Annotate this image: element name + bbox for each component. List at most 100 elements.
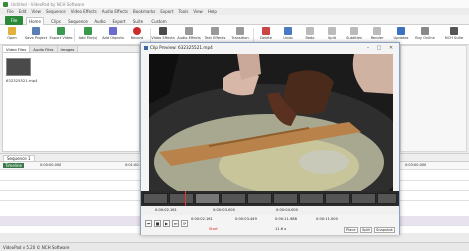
toolbar-separator xyxy=(253,28,254,42)
close-icon[interactable]: ✕ xyxy=(387,44,395,51)
start-time: 0:00:02.161 xyxy=(191,217,213,221)
status-bar: VideoPad v 5.20 © NCH Software xyxy=(0,242,469,251)
cart-icon xyxy=(421,27,429,35)
menu-video-effects[interactable]: Video Effects xyxy=(71,9,97,14)
menu-tools[interactable]: Tools xyxy=(178,9,188,14)
text-effects-icon xyxy=(211,27,219,35)
ruler-tick: 0:00:03.000 xyxy=(213,208,235,212)
render-icon xyxy=(373,27,381,35)
add-objects-icon xyxy=(109,27,117,35)
undo-icon xyxy=(284,27,292,35)
film-frame xyxy=(169,193,194,204)
clips-tabs: Video Files Audio Files Images xyxy=(3,46,139,53)
start-label[interactable]: Start xyxy=(209,227,218,231)
tab-images[interactable]: Images xyxy=(57,46,79,52)
playhead[interactable] xyxy=(185,191,186,206)
menu-file[interactable]: File xyxy=(7,9,14,14)
loop-icon[interactable]: ⟳ xyxy=(181,220,188,227)
range-readout: 11.6 x xyxy=(275,227,287,231)
menu-edit[interactable]: Edit xyxy=(19,9,27,14)
file-tab[interactable]: File xyxy=(5,16,23,25)
tab-audio[interactable]: Audio xyxy=(92,17,108,25)
add-objects-button[interactable]: Add Objects xyxy=(102,26,124,44)
save-icon xyxy=(32,27,40,35)
transition-icon xyxy=(236,27,244,35)
status-text: VideoPad v 5.20 © NCH Software xyxy=(3,244,70,250)
film-frame xyxy=(273,193,298,204)
add-files-button[interactable]: Add File(s) xyxy=(77,26,99,44)
film-frame xyxy=(195,193,220,204)
clip-thumbnail[interactable] xyxy=(6,58,31,76)
delete-icon xyxy=(262,27,270,35)
stop-icon[interactable]: ■ xyxy=(154,220,161,227)
tab-custom[interactable]: Custom xyxy=(149,17,169,25)
step-forward-icon[interactable]: ⏭ xyxy=(172,220,179,227)
film-frame xyxy=(325,193,350,204)
nch-suite-button[interactable]: NCH Suite xyxy=(443,26,465,44)
nch-suite-icon xyxy=(450,27,458,35)
open-button[interactable]: Open xyxy=(1,26,23,44)
tab-sequence-1[interactable]: Sequence 1 xyxy=(3,155,35,162)
app-logo-icon xyxy=(3,1,8,7)
mark-out-time: 0:00:11.988 xyxy=(275,217,297,221)
minimize-icon[interactable]: – xyxy=(364,44,372,51)
menu-view[interactable]: View xyxy=(31,9,41,14)
window-title: Untitled - VideoPad by NCH Software xyxy=(11,1,85,7)
buy-online-button[interactable]: Buy Online xyxy=(414,26,436,44)
tab-sequence[interactable]: Sequence xyxy=(66,17,90,25)
menu-sequence[interactable]: Sequence xyxy=(46,9,66,14)
tab-suite[interactable]: Suite xyxy=(131,17,145,25)
export-video-button[interactable]: Export Video xyxy=(50,26,73,44)
menu-view-2[interactable]: View xyxy=(193,9,203,14)
duration-time: 0:00:11.000 xyxy=(316,217,338,221)
tab-video-files[interactable]: Video Files xyxy=(3,46,31,52)
film-frame xyxy=(221,193,246,204)
updates-icon xyxy=(397,27,405,35)
subtitles-icon xyxy=(350,27,358,35)
clip-controls: ⏮ ■ ▶ ⏭ ⟳ 0:00:02.161 Start 0:00:03.449 … xyxy=(141,215,399,235)
redo-icon xyxy=(306,27,314,35)
ruler-tick: 0:00:00.000 xyxy=(40,163,62,167)
film-frame xyxy=(377,193,397,204)
tab-clips[interactable]: Clips xyxy=(48,17,64,25)
menu-audio-effects[interactable]: Audio Effects xyxy=(102,9,128,14)
clip-preview-titlebar: Clip Preview: 632325521.mp4 xyxy=(141,43,399,52)
film-frame xyxy=(351,193,376,204)
menu-bookmarks[interactable]: Bookmarks xyxy=(133,9,155,14)
maximize-icon[interactable]: □ xyxy=(375,44,383,51)
export-icon xyxy=(57,27,65,35)
clip-preview-title: Clip Preview: 632325521.mp4 xyxy=(150,45,213,50)
menu-help[interactable]: Help xyxy=(208,9,217,14)
clip-preview-window: Clip Preview: 632325521.mp4 – □ ✕ 0:00:0… xyxy=(140,42,400,235)
film-frame xyxy=(247,193,272,204)
menu-export[interactable]: Export xyxy=(160,9,173,14)
title-bar: Untitled - VideoPad by NCH Software xyxy=(0,0,469,8)
snapshot-button[interactable]: Snapshot xyxy=(374,227,395,233)
clip-ruler[interactable]: 0:00:02.161 0:00:03.000 0:00:04.000 xyxy=(141,206,399,215)
tab-export[interactable]: Export xyxy=(110,17,128,25)
video-frame-image xyxy=(149,54,393,198)
save-project-button[interactable]: Save Project xyxy=(25,26,47,44)
place-button[interactable]: Place xyxy=(344,227,358,233)
timeline-label: Timeline xyxy=(3,163,25,168)
video-effects-icon xyxy=(159,27,167,35)
tab-audio-files[interactable]: Audio Files xyxy=(30,46,58,52)
split-button[interactable]: Split xyxy=(360,227,372,233)
clip-label: 632325521.mp4 xyxy=(6,78,38,83)
ribbon-tabs: File Home Clips Sequence Audio Export Su… xyxy=(0,15,469,25)
filmstrip[interactable] xyxy=(141,191,399,206)
film-icon xyxy=(144,45,148,50)
video-frame[interactable] xyxy=(149,54,393,198)
skip-back-icon[interactable]: ⏮ xyxy=(145,220,152,227)
ruler-tick: 0:00:04.000 xyxy=(276,208,298,212)
play-icon[interactable]: ▶ xyxy=(163,220,170,227)
clips-panel: Video Files Audio Files Images 632325521… xyxy=(2,45,140,152)
tab-home[interactable]: Home xyxy=(26,17,44,25)
add-file-icon xyxy=(84,27,92,35)
toolbar-separator xyxy=(74,28,75,42)
folder-icon xyxy=(8,27,16,35)
film-frame xyxy=(299,193,324,204)
audio-effects-icon xyxy=(185,27,193,35)
mark-in-time: 0:00:03.449 xyxy=(235,217,257,221)
record-icon xyxy=(133,27,141,35)
